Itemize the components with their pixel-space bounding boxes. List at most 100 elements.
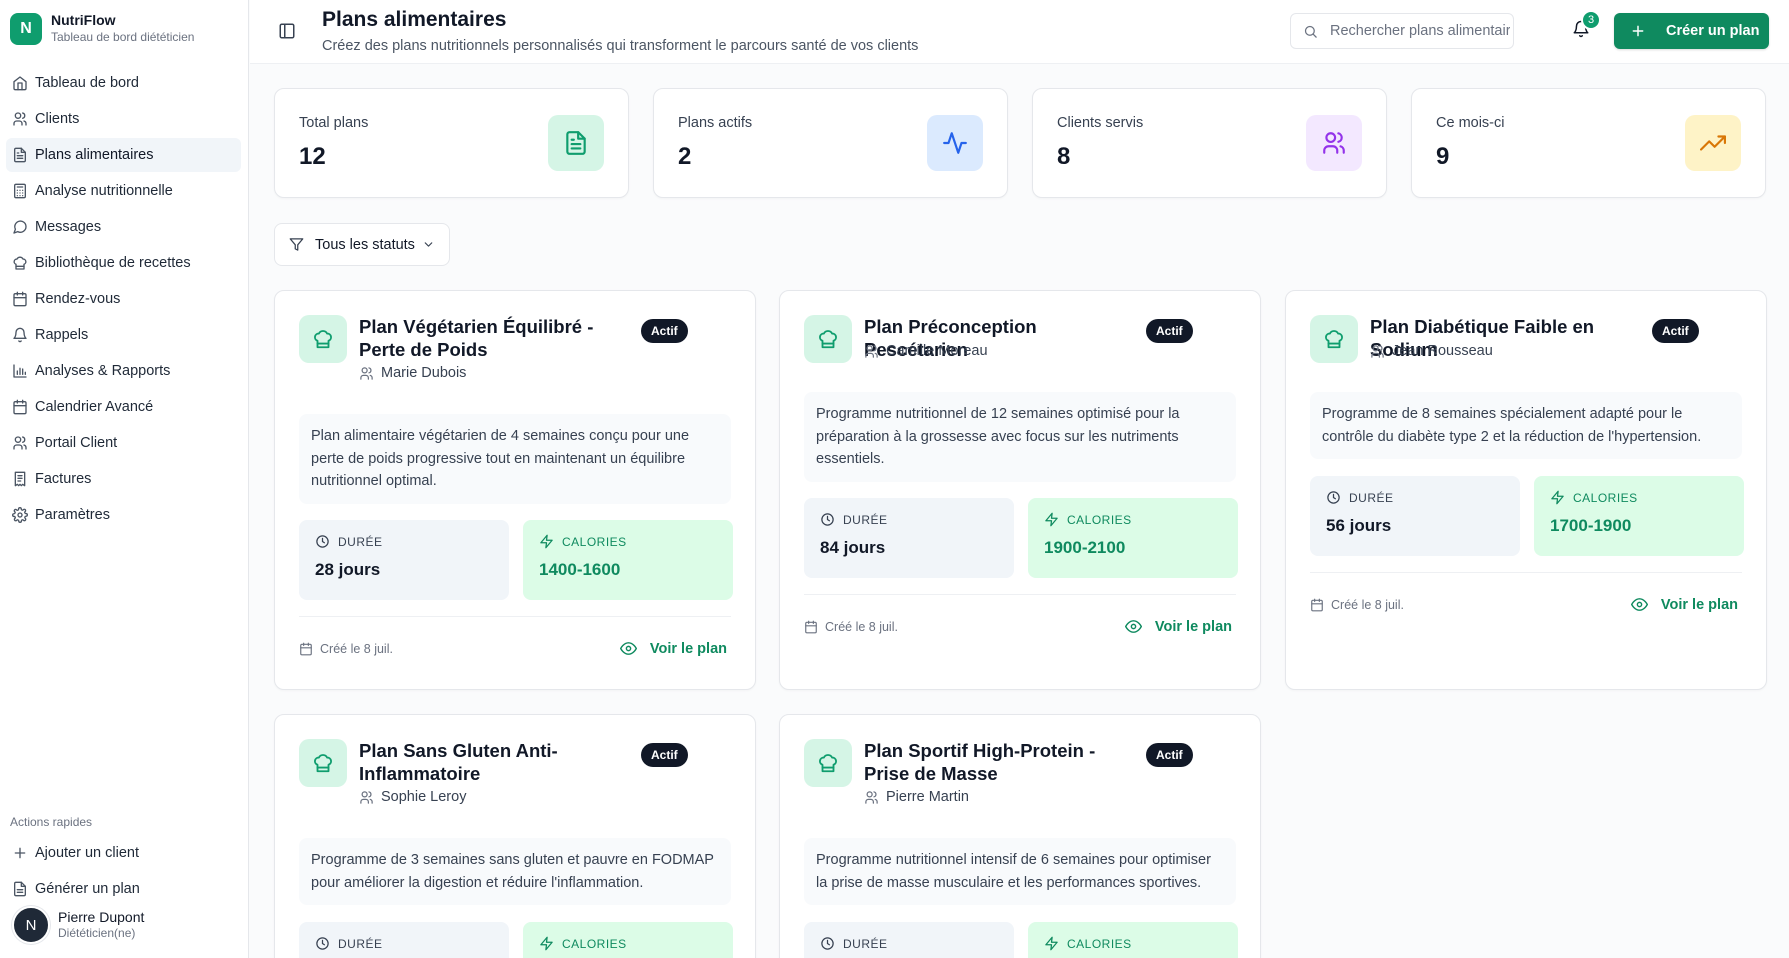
- plan-description: Plan alimentaire végétarien de 4 semaine…: [299, 414, 731, 504]
- brand-logo: N: [10, 12, 42, 45]
- plan-icon-bg: [1310, 315, 1358, 363]
- stat-icon-bg: [1685, 115, 1741, 171]
- zap-icon: [1551, 490, 1564, 505]
- home-icon: [13, 76, 27, 91]
- generate-plan-button[interactable]: Générer un plan: [6, 872, 241, 906]
- stat-label: Clients servis: [1057, 115, 1144, 131]
- chef-hat-icon: [819, 754, 837, 773]
- meal-plan-card[interactable]: Plan Végétarien Équilibré - Perte de Poi…: [274, 290, 756, 690]
- notification-count-badge: 3: [1581, 10, 1601, 30]
- chef-hat-icon: [13, 256, 27, 270]
- divider: [1310, 572, 1742, 573]
- plan-title[interactable]: Plan Sportif High-Protein - Prise de Mas…: [864, 739, 1144, 785]
- plan-title[interactable]: Plan Sans Gluten Anti-Inflammatoire: [359, 739, 639, 785]
- duration-label: DURÉE: [843, 936, 888, 951]
- meal-plan-card[interactable]: Plan Préconception Pescétarien Actif Cam…: [779, 290, 1261, 690]
- sidebar-item-dashboard[interactable]: Tableau de bord: [6, 66, 241, 100]
- calendar-icon: [300, 642, 312, 656]
- sidebar-item-advanced-calendar[interactable]: Calendrier Avancé: [6, 390, 241, 424]
- plan-icon-bg: [804, 315, 852, 363]
- trending-up-icon: [1700, 135, 1726, 151]
- user-icon: [360, 790, 373, 804]
- avatar-initial: N: [25, 916, 37, 934]
- file-text-icon: [14, 881, 26, 897]
- created-date-text: Créé le 8 juil.: [1331, 598, 1404, 612]
- message-circle-icon: [13, 220, 27, 234]
- stat-card-total-plans: Total plans 12: [274, 88, 629, 198]
- status-filter-select[interactable]: Tous les statuts: [274, 223, 450, 266]
- calendar-icon: [13, 291, 27, 307]
- user-icon: [865, 344, 878, 358]
- brand[interactable]: N NutriFlow Tableau de bord diététicien: [10, 12, 194, 45]
- status-badge: Actif: [1652, 319, 1699, 343]
- calendar-icon: [805, 620, 817, 634]
- sidebar-item-client-portal[interactable]: Portail Client: [6, 426, 241, 460]
- sidebar-item-appointments[interactable]: Rendez-vous: [6, 282, 241, 316]
- chef-hat-icon: [819, 330, 837, 349]
- stat-icon-bg: [927, 115, 983, 171]
- page-title: Plans alimentaires: [322, 8, 507, 31]
- view-plan-button[interactable]: Voir le plan: [619, 640, 727, 657]
- calories-value: 1900-2100: [1044, 538, 1126, 557]
- calories-box: CALORIES 1700-1900: [1534, 476, 1744, 556]
- chef-hat-icon: [314, 330, 332, 349]
- duration-label: DURÉE: [1349, 490, 1394, 505]
- meal-plan-card[interactable]: Plan Diabétique Faible en Sodium Actif J…: [1285, 290, 1767, 690]
- calories-label: CALORIES: [1067, 512, 1132, 527]
- status-badge: Actif: [1146, 743, 1193, 767]
- view-plan-button[interactable]: Voir le plan: [1124, 618, 1232, 635]
- avatar: N: [12, 906, 50, 944]
- view-plan-button[interactable]: Voir le plan: [1630, 596, 1738, 613]
- stat-icon-bg: [1306, 115, 1362, 171]
- stat-label: Plans actifs: [678, 115, 753, 131]
- sidebar-toggle-icon[interactable]: [278, 22, 296, 40]
- plan-title[interactable]: Plan Végétarien Équilibré - Perte de Poi…: [359, 315, 639, 361]
- search-box[interactable]: [1290, 13, 1514, 49]
- sidebar-item-recipes[interactable]: Bibliothèque de recettes: [6, 246, 241, 280]
- quick-action-label: Générer un plan: [35, 881, 140, 897]
- sidebar-item-messages[interactable]: Messages: [6, 210, 241, 244]
- created-date: Créé le 8 juil.: [804, 620, 898, 634]
- sidebar-item-reminders[interactable]: Rappels: [6, 318, 241, 352]
- sidebar-item-clients[interactable]: Clients: [6, 102, 241, 136]
- create-plan-label: Créer un plan: [1666, 23, 1760, 39]
- chevron-down-icon: [424, 242, 433, 247]
- eye-icon: [1630, 598, 1648, 611]
- brand-name: NutriFlow: [51, 12, 116, 28]
- activity-icon: [943, 132, 967, 154]
- sidebar-item-nutrition-analysis[interactable]: Analyse nutritionnelle: [6, 174, 241, 208]
- zap-icon: [1045, 936, 1058, 951]
- sidebar-item-label: Paramètres: [35, 507, 110, 523]
- sidebar-item-label: Tableau de bord: [35, 75, 139, 91]
- user-profile[interactable]: N Pierre Dupont Diététicien(ne): [12, 906, 144, 944]
- view-plan-label: Voir le plan: [1154, 618, 1232, 635]
- search-input[interactable]: [1330, 23, 1510, 39]
- users-icon: [13, 112, 27, 126]
- create-plan-button[interactable]: Créer un plan: [1614, 13, 1769, 49]
- meal-plan-card[interactable]: Plan Sportif High-Protein - Prise de Mas…: [779, 714, 1261, 958]
- calories-label: CALORIES: [1067, 936, 1132, 951]
- status-filter-value: Tous les statuts: [315, 236, 415, 253]
- zap-icon: [540, 534, 553, 549]
- calories-value: 1700-1900: [1550, 516, 1632, 535]
- user-icon: [865, 790, 878, 804]
- quick-actions-title: Actions rapides: [10, 815, 93, 829]
- plan-description: Programme nutritionnel intensif de 6 sem…: [804, 838, 1236, 905]
- sidebar-item-label: Analyse nutritionnelle: [35, 183, 173, 199]
- file-text-icon: [14, 147, 26, 163]
- sidebar-item-reports[interactable]: Analyses & Rapports: [6, 354, 241, 388]
- add-client-button[interactable]: Ajouter un client: [6, 836, 241, 870]
- sidebar-item-invoices[interactable]: Factures: [6, 462, 241, 496]
- created-date-text: Créé le 8 juil.: [825, 620, 898, 634]
- stat-icon-bg: [548, 115, 604, 171]
- users-icon: [1323, 132, 1345, 154]
- status-badge: Actif: [1146, 319, 1193, 343]
- divider: [299, 616, 731, 617]
- meal-plan-card[interactable]: Plan Sans Gluten Anti-Inflammatoire Acti…: [274, 714, 756, 958]
- sidebar-item-settings[interactable]: Paramètres: [6, 498, 241, 532]
- sidebar-item-meal-plans[interactable]: Plans alimentaires: [6, 138, 241, 172]
- calories-box: CALORIES: [523, 922, 733, 958]
- plan-client-name: Camille Moreau: [886, 343, 988, 359]
- duration-value: 56 jours: [1326, 516, 1392, 535]
- duration-box: DURÉE 84 jours: [804, 498, 1014, 578]
